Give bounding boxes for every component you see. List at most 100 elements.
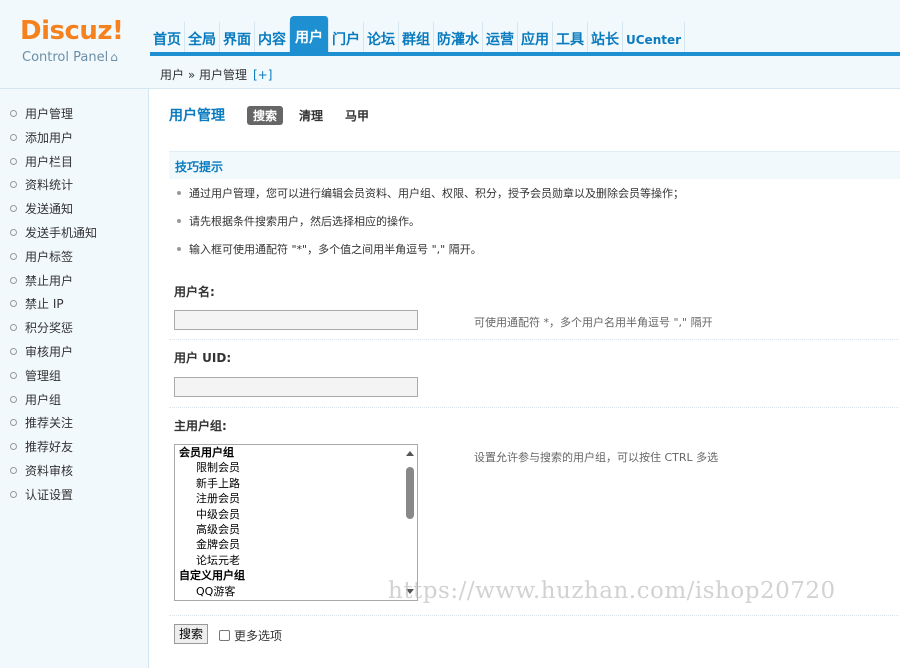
tips-title: 技巧提示 [175, 160, 224, 174]
breadcrumb: 用户 » 用户管理 [+] [160, 66, 272, 83]
more-options-toggle[interactable]: 更多选项 [219, 627, 282, 644]
sidebar-item-recommend-follow[interactable]: 推荐关注 [0, 412, 148, 436]
sidebar-item-label: 积分奖惩 [25, 321, 74, 336]
group-hint: 设置允许参与搜索的用户组，可以按住 CTRL 多选 [474, 451, 719, 464]
bullet-icon [177, 247, 181, 251]
bullet-icon [10, 490, 17, 498]
tip-item: 请先根据条件搜索用户，然后选择相应的操作。 [177, 215, 684, 243]
sidebar-item-recommend-friends[interactable]: 推荐好友 [0, 436, 148, 460]
logo-subtitle: Control Panel ⌂ [22, 50, 118, 65]
bullet-icon [10, 371, 17, 379]
logo[interactable]: Discuz! Control Panel ⌂ [0, 0, 148, 88]
group-option[interactable]: 高级会员 [175, 522, 417, 537]
sidebar-item-send-mobile-notice[interactable]: 发送手机通知 [0, 222, 148, 246]
sidebar-item-profile-stats[interactable]: 资料统计 [0, 174, 148, 198]
sidebar-item-review-users[interactable]: 审核用户 [0, 341, 148, 365]
bullet-icon [10, 395, 17, 403]
nav-item-apps[interactable]: 应用 [518, 22, 553, 56]
scroll-up-icon[interactable] [406, 451, 414, 456]
user-group-select[interactable]: 会员用户组 限制会员 新手上路 注册会员 中级会员 高级会员 金牌会员 论坛元老… [174, 444, 418, 601]
tab-clean[interactable]: 清理 [293, 106, 329, 125]
username-input[interactable] [174, 310, 418, 330]
sidebar-item-ban-ip[interactable]: 禁止 IP [0, 293, 148, 317]
top-nav: 首页 全局 界面 内容 用户 门户 论坛 群组 防灌水 运营 应用 工具 站长 … [150, 16, 686, 56]
bullet-icon [10, 133, 17, 141]
bullet-icon [10, 324, 17, 332]
bullet-icon [10, 205, 17, 213]
tab-alias[interactable]: 马甲 [339, 106, 375, 125]
sidebar-item-verify-settings[interactable]: 认证设置 [0, 484, 148, 508]
add-shortcut-button[interactable]: [+] [253, 68, 272, 82]
optgroup-label: 会员用户组 [179, 446, 234, 459]
header: Discuz! Control Panel ⌂ 首页 全局 界面 内容 用户 门户… [0, 0, 900, 88]
sidebar-item-label: 发送通知 [25, 202, 74, 217]
sidebar-item-label: 用户标签 [25, 249, 74, 264]
nav-item-interface[interactable]: 界面 [220, 22, 255, 56]
tab-search[interactable]: 搜索 [247, 105, 284, 125]
sidebar-item-label: 禁止 IP [25, 297, 64, 312]
group-option[interactable]: 金牌会员 [175, 537, 417, 552]
sidebar-item-ban-user[interactable]: 禁止用户 [0, 270, 148, 294]
sidebar-item-user-fields[interactable]: 用户栏目 [0, 151, 148, 175]
sidebar-list: 用户管理 添加用户 用户栏目 资料统计 发送通知 发送手机通知 用户标签 禁止用… [0, 89, 148, 508]
group-option[interactable]: 限制会员 [175, 460, 417, 475]
uid-input[interactable] [174, 377, 418, 397]
group-option[interactable]: 论坛元老 [175, 553, 417, 568]
group-option[interactable]: 新手上路 [175, 476, 417, 491]
nav-item-global[interactable]: 全局 [185, 22, 220, 56]
nav-item-antispam[interactable]: 防灌水 [434, 22, 483, 56]
nav-item-home[interactable]: 首页 [150, 22, 185, 56]
more-options-label: 更多选项 [234, 629, 283, 643]
sidebar-item-label: 资料审核 [25, 463, 74, 478]
nav-item-admin[interactable]: 站长 [588, 22, 623, 56]
listbox-scrollbar[interactable] [403, 445, 417, 600]
bullet-icon [10, 157, 17, 165]
sidebar-item-user-groups[interactable]: 用户组 [0, 389, 148, 413]
sidebar-item-label: 管理组 [25, 368, 62, 383]
home-icon[interactable]: ⌂ [110, 50, 118, 64]
divider [169, 407, 900, 408]
tips-list: 通过用户管理，您可以进行编辑会员资料、用户组、权限、积分，授予会员勋章以及删除会… [177, 187, 684, 271]
sidebar-item-label: 禁止用户 [25, 273, 74, 288]
group-option[interactable]: 注册会员 [175, 491, 417, 506]
sidebar-item-label: 资料统计 [25, 178, 74, 193]
page-header: 用户管理 搜索 清理 马甲 [169, 105, 385, 125]
scroll-thumb[interactable] [406, 467, 414, 519]
nav-item-content[interactable]: 内容 [255, 22, 290, 56]
sidebar-item-admin-groups[interactable]: 管理组 [0, 365, 148, 389]
bullet-icon [10, 276, 17, 284]
bullet-icon [10, 347, 17, 355]
group-label: 主用户组: [174, 419, 227, 433]
nav-item-group[interactable]: 群组 [399, 22, 434, 56]
more-options-checkbox[interactable] [219, 630, 230, 641]
group-option[interactable]: 中级会员 [175, 507, 417, 522]
group-option[interactable]: QQ游客 [175, 584, 417, 599]
page-title: 用户管理 [169, 108, 225, 124]
tip-item: 输入框可使用通配符 "*"，多个值之间用半角逗号 "," 隔开。 [177, 243, 684, 271]
nav-item-portal[interactable]: 门户 [329, 22, 364, 56]
bullet-icon [177, 219, 181, 223]
sidebar-item-label: 用户栏目 [25, 154, 74, 169]
sidebar-item-label: 用户组 [25, 392, 62, 407]
sidebar-item-profile-review[interactable]: 资料审核 [0, 460, 148, 484]
nav-item-forum[interactable]: 论坛 [364, 22, 399, 56]
sidebar: 用户管理 添加用户 用户栏目 资料统计 发送通知 发送手机通知 用户标签 禁止用… [0, 88, 148, 668]
search-button[interactable]: 搜索 [174, 624, 209, 644]
nav-underline [150, 52, 900, 56]
optgroup-label: 自定义用户组 [179, 569, 245, 583]
sidebar-item-credits[interactable]: 积分奖惩 [0, 317, 148, 341]
sidebar-item-user-manage[interactable]: 用户管理 [0, 103, 148, 127]
nav-item-operation[interactable]: 运营 [483, 22, 518, 56]
tip-item: 通过用户管理，您可以进行编辑会员资料、用户组、权限、积分，授予会员勋章以及删除会… [177, 187, 684, 215]
tip-text: 输入框可使用通配符 "*"，多个值之间用半角逗号 "," 隔开。 [189, 243, 482, 256]
tips-header: 技巧提示 [169, 151, 900, 179]
sidebar-item-add-user[interactable]: 添加用户 [0, 127, 148, 151]
sidebar-item-send-notice[interactable]: 发送通知 [0, 198, 148, 222]
nav-item-user[interactable]: 用户 [290, 16, 329, 56]
nav-item-ucenter[interactable]: UCenter [623, 22, 686, 56]
breadcrumb-text: 用户 » 用户管理 [160, 68, 247, 82]
nav-item-tools[interactable]: 工具 [553, 22, 588, 56]
bullet-icon [177, 191, 181, 195]
bullet-icon [10, 228, 17, 236]
sidebar-item-user-tags[interactable]: 用户标签 [0, 246, 148, 270]
